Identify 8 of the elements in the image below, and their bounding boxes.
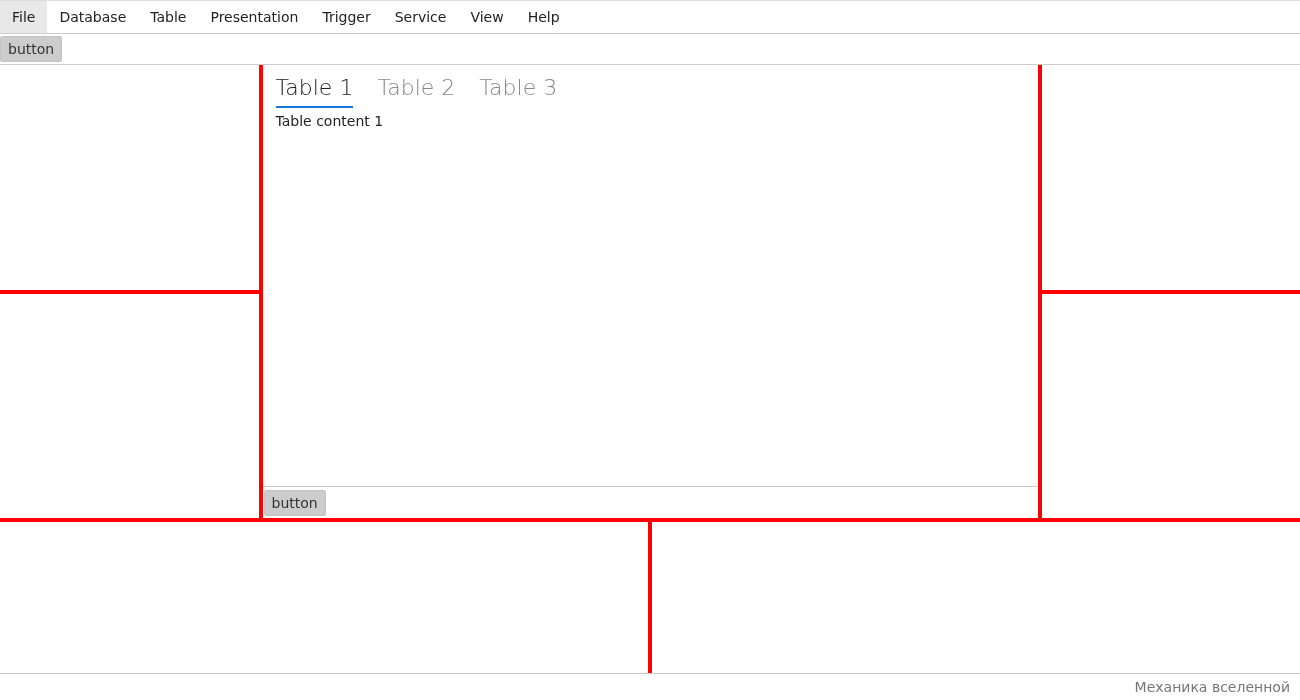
tab[interactable]: Table 1 <box>275 73 354 108</box>
toolbar-button[interactable]: button <box>0 36 63 62</box>
tab-content-text: Table content 1 <box>275 113 384 129</box>
menu-item[interactable]: File <box>0 1 48 33</box>
footer-button[interactable]: button <box>263 489 326 516</box>
tab[interactable]: Table 3 <box>479 73 558 108</box>
tab[interactable]: Table 2 <box>377 73 456 108</box>
status-text: Механика вселенной <box>1134 679 1290 695</box>
